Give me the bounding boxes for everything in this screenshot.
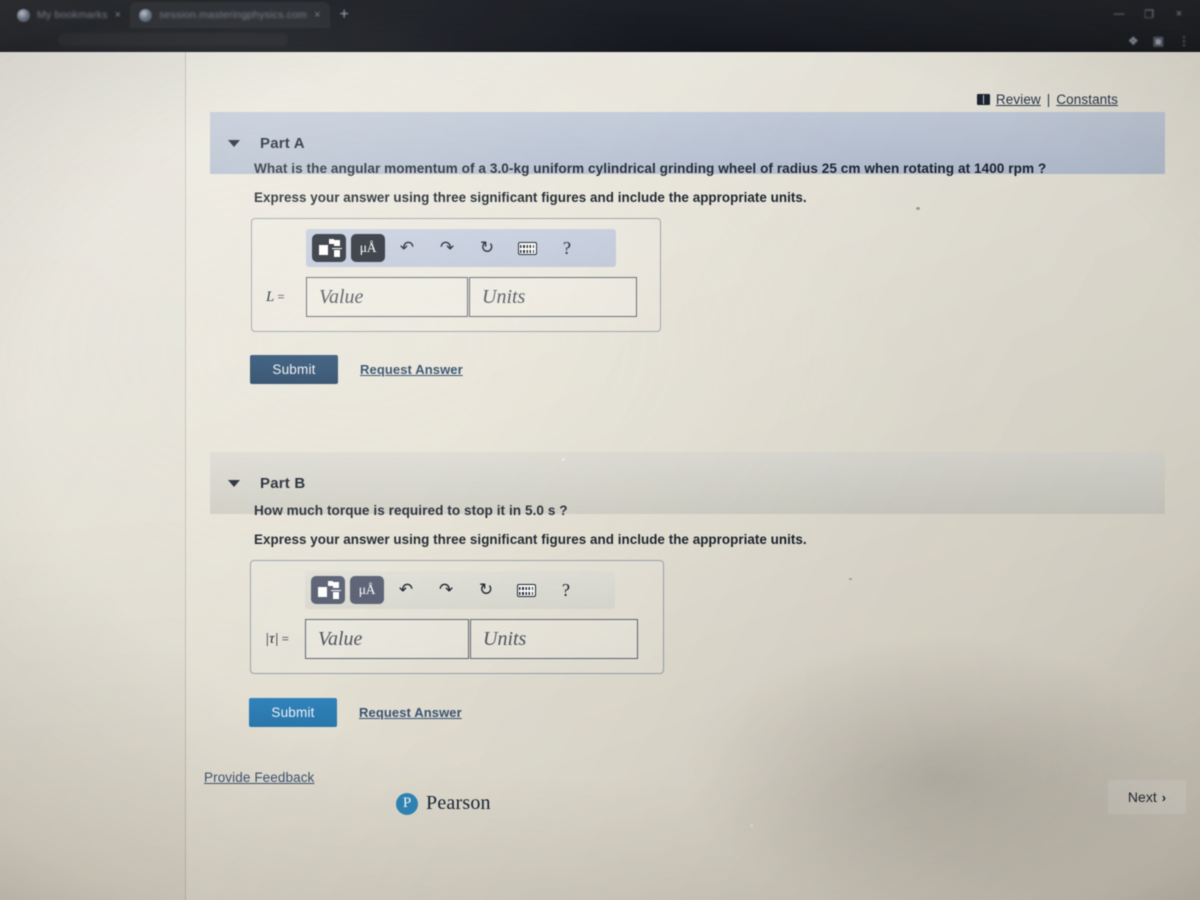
part-a-value-input[interactable]: Value xyxy=(306,277,468,317)
redo-icon[interactable]: ↷ xyxy=(430,234,464,262)
review-link[interactable]: Review xyxy=(996,92,1041,107)
undo-icon[interactable]: ↶ xyxy=(390,234,424,262)
dust-speck xyxy=(750,824,753,827)
profile-icon[interactable]: ▣ xyxy=(1153,35,1164,47)
address-bar[interactable] xyxy=(58,33,288,46)
part-b-units-input[interactable]: Units xyxy=(470,619,638,659)
part-a-symbol: L xyxy=(266,288,275,305)
site-favicon-icon xyxy=(139,8,153,22)
part-a-question-block: What is the angular momentum of a 3.0-kg… xyxy=(254,160,1134,205)
part-a-units-input[interactable]: Units xyxy=(469,277,637,317)
screen-photo: My bookmarks × session.masteringphysics.… xyxy=(0,0,1200,900)
browser-tabstrip: My bookmarks × session.masteringphysics.… xyxy=(0,0,1060,30)
globe-icon xyxy=(17,8,30,22)
redo-icon[interactable]: ↷ xyxy=(429,576,463,604)
part-b-submit-button[interactable]: Submit xyxy=(249,698,337,727)
undo-icon[interactable]: ↶ xyxy=(389,576,423,604)
link-separator: | xyxy=(1046,92,1051,107)
part-a-field-row: L = Value Units xyxy=(264,277,648,317)
math-template-icon[interactable] xyxy=(311,576,345,604)
close-icon[interactable]: × xyxy=(314,9,320,21)
reset-icon[interactable]: ↻ xyxy=(469,576,503,604)
review-constants-bar: Review | Constants xyxy=(976,92,1118,107)
browser-menu-icon[interactable]: ⋮ xyxy=(1178,35,1190,47)
part-b-math-toolbar: μÅ ↶ ↷ ↻ ? xyxy=(305,571,615,609)
left-rail xyxy=(0,52,185,900)
assignment-content: Review | Constants Part A What is the an… xyxy=(186,52,1200,900)
part-a-request-answer-link[interactable]: Request Answer xyxy=(360,362,463,377)
mu-angstrom-glyph: μÅ xyxy=(359,240,377,255)
part-b-question-text: How much torque is required to stop it i… xyxy=(254,503,568,518)
part-b-question-block: How much torque is required to stop it i… xyxy=(254,502,1134,547)
reset-icon[interactable]: ↻ xyxy=(470,234,504,262)
part-a-title: Part A xyxy=(260,134,305,152)
window-controls: — ❐ × xyxy=(1112,0,1194,28)
webpage: Review | Constants Part A What is the an… xyxy=(0,52,1200,900)
part-a-question-text: What is the angular momentum of a 3.0-kg… xyxy=(254,161,1047,176)
provide-feedback-link[interactable]: Provide Feedback xyxy=(204,770,314,785)
browser-tab-1[interactable]: My bookmarks × xyxy=(8,2,130,28)
browser-toolbar-icons: ❖ ▣ ⋮ xyxy=(1128,30,1190,52)
dust-speck xyxy=(916,207,920,210)
close-icon[interactable]: × xyxy=(115,9,121,21)
part-b-instruction: Express your answer using three signific… xyxy=(254,532,807,548)
book-icon xyxy=(976,94,990,105)
close-window-button[interactable]: × xyxy=(1172,8,1186,20)
tab-title: My bookmarks xyxy=(37,9,108,21)
keyboard-icon[interactable] xyxy=(510,234,544,262)
part-a-submit-button[interactable]: Submit xyxy=(250,355,338,384)
mu-angstrom-glyph: μÅ xyxy=(358,582,376,597)
pearson-wordmark: Pearson xyxy=(426,792,491,814)
help-glyph: ? xyxy=(563,237,571,258)
help-icon[interactable]: ? xyxy=(550,234,584,262)
new-tab-button[interactable]: + xyxy=(330,7,359,23)
browser-toolbar: ❖ ▣ ⋮ xyxy=(0,30,1200,52)
next-button[interactable]: Next › xyxy=(1108,780,1186,814)
part-b-field-row: |τ| = Value Units xyxy=(263,619,651,659)
part-b-submit-row: Submit Request Answer xyxy=(249,698,462,727)
math-template-icon[interactable] xyxy=(312,234,346,262)
extension-icon[interactable]: ❖ xyxy=(1128,35,1139,47)
part-a-instruction: Express your answer using three signific… xyxy=(254,190,807,206)
equals-sign: = xyxy=(281,631,289,646)
part-b-title: Part B xyxy=(260,474,306,492)
constants-link[interactable]: Constants xyxy=(1056,92,1118,107)
part-a-answer-widget: μÅ ↶ ↷ ↻ ? L = Value Units xyxy=(251,218,661,332)
part-a-math-toolbar: μÅ ↶ ↷ ↻ ? xyxy=(306,229,616,267)
minimize-button[interactable]: — xyxy=(1112,8,1126,20)
help-icon[interactable]: ? xyxy=(549,576,583,604)
browser-tab-2[interactable]: session.masteringphysics.com × xyxy=(130,2,330,28)
maximize-button[interactable]: ❐ xyxy=(1142,8,1156,21)
part-b-answer-widget: μÅ ↶ ↷ ↻ ? |τ| = Value Units xyxy=(250,560,664,674)
equals-sign: = xyxy=(277,289,285,304)
pearson-p-icon xyxy=(396,792,418,815)
units-icon[interactable]: μÅ xyxy=(351,234,385,262)
dust-speck xyxy=(849,578,852,580)
part-a-submit-row: Submit Request Answer xyxy=(250,355,463,384)
caret-down-icon[interactable] xyxy=(228,479,240,487)
part-b-field-label: |τ| = xyxy=(263,619,305,659)
dust-speck xyxy=(562,458,565,461)
browser-chrome: My bookmarks × session.masteringphysics.… xyxy=(0,0,1200,52)
chevron-right-icon: › xyxy=(1161,789,1167,805)
pearson-logo: Pearson xyxy=(396,792,491,815)
keyboard-icon[interactable] xyxy=(509,576,543,604)
next-label: Next xyxy=(1127,789,1157,805)
units-icon[interactable]: μÅ xyxy=(350,576,384,604)
caret-down-icon[interactable] xyxy=(228,139,240,147)
help-glyph: ? xyxy=(562,579,570,600)
part-a-field-label: L = xyxy=(264,277,306,317)
tab-title: session.masteringphysics.com xyxy=(159,9,308,21)
part-b-request-answer-link[interactable]: Request Answer xyxy=(359,705,462,720)
part-b-symbol: |τ| xyxy=(265,630,279,647)
part-b-value-input[interactable]: Value xyxy=(305,619,469,659)
